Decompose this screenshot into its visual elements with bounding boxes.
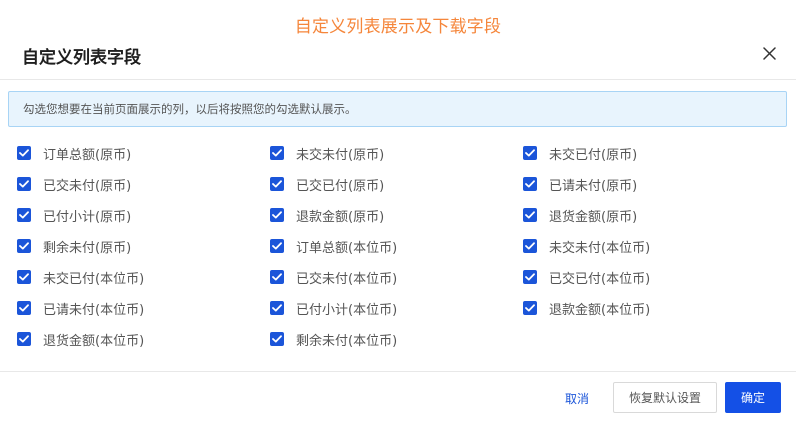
column-option[interactable]: 退款金额(原币) (270, 201, 384, 229)
column-option[interactable]: 已交未付(本位币) (270, 263, 397, 291)
checkmark-icon (19, 304, 29, 312)
column-option[interactable]: 已交已付(原币) (270, 170, 384, 198)
column-option-label: 未交未付(原币) (296, 147, 385, 163)
checkbox[interactable] (270, 177, 284, 191)
confirm-button[interactable]: 确定 (725, 382, 781, 413)
column-option[interactable]: 未交未付(本位币) (523, 232, 650, 260)
checkmark-icon (19, 211, 29, 219)
column-option[interactable]: 退款金额(本位币) (523, 294, 650, 322)
column-option-label: 退货金额(原币) (549, 209, 638, 225)
column-option[interactable]: 未交未付(原币) (270, 139, 384, 167)
checkbox[interactable] (17, 332, 31, 346)
checkmark-icon (272, 242, 282, 250)
info-notice: 勾选您想要在当前页面展示的列，以后将按照您的勾选默认展示。 (8, 91, 787, 127)
checkbox[interactable] (523, 239, 537, 253)
column-option[interactable]: 订单总额(本位币) (270, 232, 397, 260)
column-option[interactable]: 已请未付(本位币) (17, 294, 144, 322)
column-option[interactable]: 退货金额(本位币) (17, 325, 144, 353)
checkmark-icon (272, 149, 282, 157)
checkmark-icon (19, 180, 29, 188)
column-option-label: 剩余未付(原币) (43, 240, 132, 256)
checkbox[interactable] (270, 270, 284, 284)
checkbox[interactable] (17, 239, 31, 253)
column-option-label: 剩余未付(本位币) (296, 333, 398, 349)
cancel-button[interactable]: 取消 (556, 383, 598, 414)
checkbox[interactable] (270, 146, 284, 160)
column-option-label: 未交未付(本位币) (549, 240, 651, 256)
column-option-label: 未交已付(原币) (549, 147, 638, 163)
column-option[interactable]: 未交已付(本位币) (17, 263, 144, 291)
checkmark-icon (272, 335, 282, 343)
checkmark-icon (19, 149, 29, 157)
column-option[interactable]: 订单总额(原币) (17, 139, 131, 167)
checkbox[interactable] (523, 208, 537, 222)
column-option-label: 已请未付(原币) (549, 178, 638, 194)
checkbox[interactable] (17, 177, 31, 191)
checkbox[interactable] (270, 301, 284, 315)
checkmark-icon (525, 242, 535, 250)
column-option-label: 未交已付(本位币) (43, 271, 145, 287)
checkbox[interactable] (270, 332, 284, 346)
column-option[interactable]: 已交已付(本位币) (523, 263, 650, 291)
checkmark-icon (19, 335, 29, 343)
column-option[interactable]: 已请未付(原币) (523, 170, 637, 198)
checkbox[interactable] (270, 239, 284, 253)
checkbox[interactable] (17, 270, 31, 284)
column-option[interactable]: 已付小计(本位币) (270, 294, 397, 322)
checkmark-icon (272, 211, 282, 219)
checkmark-icon (525, 180, 535, 188)
reset-default-button[interactable]: 恢复默认设置 (613, 382, 717, 413)
checkmark-icon (19, 242, 29, 250)
column-option-label: 已付小计(本位币) (296, 302, 398, 318)
checkmark-icon (272, 180, 282, 188)
page-caption: 自定义列表展示及下载字段 (294, 17, 502, 37)
column-option-label: 订单总额(本位币) (296, 240, 398, 256)
column-option-label: 已交已付(本位币) (549, 271, 651, 287)
column-option-label: 退款金额(本位币) (549, 302, 651, 318)
column-option-label: 退款金额(原币) (296, 209, 385, 225)
checkbox[interactable] (17, 301, 31, 315)
column-option[interactable]: 剩余未付(原币) (17, 232, 131, 260)
dialog-title: 自定义列表字段 (22, 48, 141, 68)
checkbox[interactable] (523, 146, 537, 160)
column-option[interactable]: 已付小计(原币) (17, 201, 131, 229)
column-option[interactable]: 已交未付(原币) (17, 170, 131, 198)
checkmark-icon (272, 273, 282, 281)
checkmark-icon (272, 304, 282, 312)
column-option-label: 已交未付(本位币) (296, 271, 398, 287)
column-option[interactable]: 剩余未付(本位币) (270, 325, 397, 353)
column-option-label: 已交未付(原币) (43, 178, 132, 194)
checkbox[interactable] (17, 208, 31, 222)
checkmark-icon (525, 304, 535, 312)
checkmark-icon (525, 211, 535, 219)
column-option-label: 已付小计(原币) (43, 209, 132, 225)
checkmark-icon (525, 149, 535, 157)
header-divider (0, 79, 796, 80)
checkbox[interactable] (523, 177, 537, 191)
column-option-label: 已交已付(原币) (296, 178, 385, 194)
close-icon (762, 46, 776, 60)
column-option-label: 订单总额(原币) (43, 147, 132, 163)
checkmark-icon (525, 273, 535, 281)
checkbox[interactable] (523, 301, 537, 315)
column-option[interactable]: 未交已付(原币) (523, 139, 637, 167)
column-option-label: 退货金额(本位币) (43, 333, 145, 349)
column-option-label: 已请未付(本位币) (43, 302, 145, 318)
close-button[interactable] (758, 42, 780, 64)
footer-divider (0, 371, 796, 372)
checkbox[interactable] (270, 208, 284, 222)
checkbox[interactable] (523, 270, 537, 284)
column-option[interactable]: 退货金额(原币) (523, 201, 637, 229)
checkmark-icon (19, 273, 29, 281)
checkbox[interactable] (17, 146, 31, 160)
